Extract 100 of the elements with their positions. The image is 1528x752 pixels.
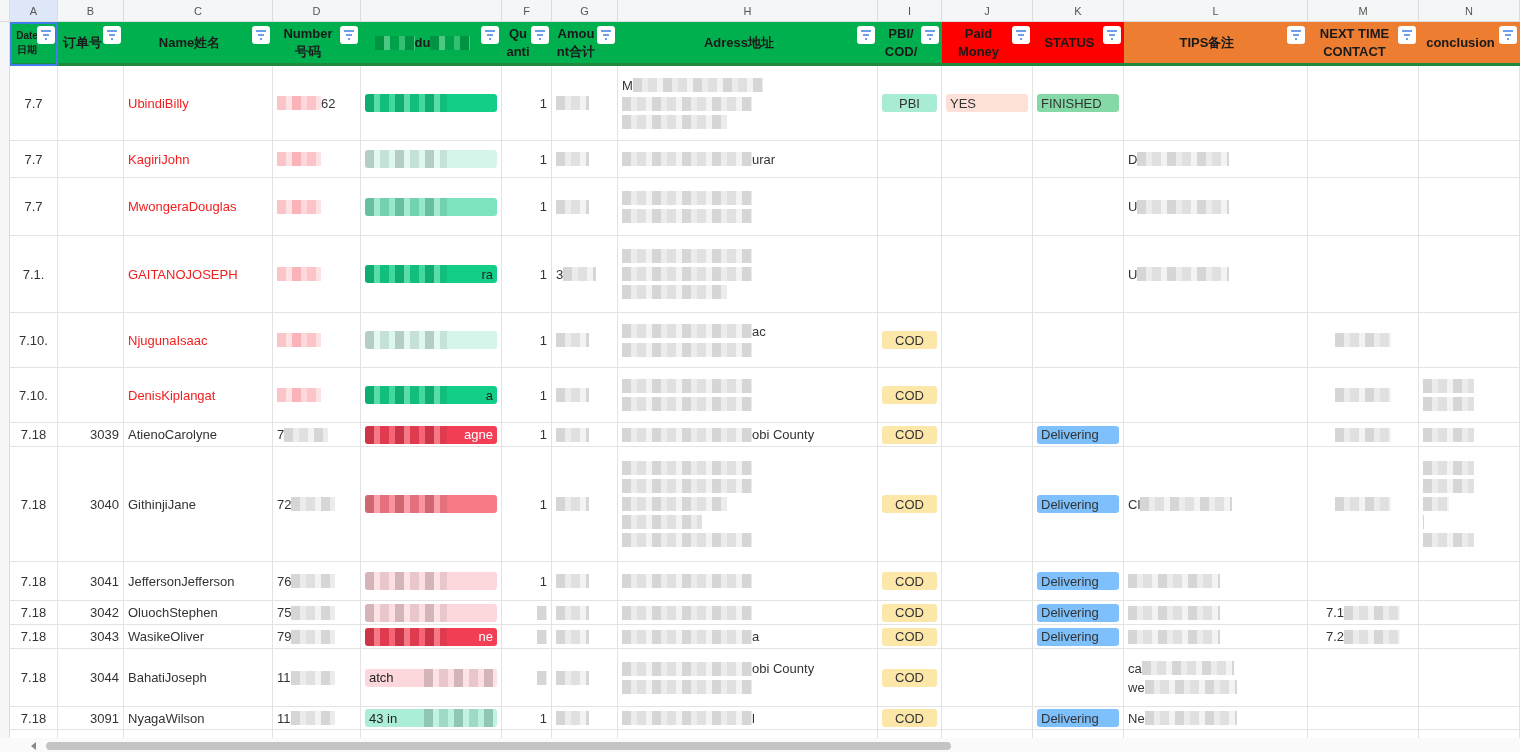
filter-icon[interactable] [1398, 26, 1416, 44]
column-header[interactable]: Date 日期 [10, 22, 58, 66]
status-tag: FINISHED [1037, 94, 1119, 112]
status-tag: Delivering [1037, 495, 1119, 513]
column-header[interactable]: Paid Money [942, 22, 1033, 66]
table-cell: 1 [502, 236, 552, 313]
column-header[interactable]: TIPS备注 [1124, 22, 1308, 66]
row-header[interactable] [0, 730, 10, 738]
cell-text: obi County [752, 427, 815, 442]
table-cell: 3041 [58, 562, 124, 601]
column-letter[interactable]: M [1308, 0, 1419, 22]
status-tag: Delivering [1037, 627, 1119, 646]
cell-text: 7.1 [1325, 605, 1345, 620]
table-cell: GithinjiJane [124, 447, 273, 562]
filter-icon[interactable] [37, 26, 55, 44]
table-cell: BahatiJoseph [124, 649, 273, 707]
redacted-block [537, 670, 547, 685]
redacted-block [537, 629, 547, 644]
row-header[interactable] [0, 22, 10, 66]
cell-text: 11 [277, 710, 291, 726]
column-letter[interactable]: B [58, 0, 124, 22]
filter-icon[interactable] [1103, 26, 1121, 44]
column-header[interactable]: STATUS [1033, 22, 1124, 66]
column-letter[interactable]: I [878, 0, 942, 22]
column-letter[interactable] [361, 0, 502, 22]
payment-tag: PBI [882, 94, 937, 112]
column-letter[interactable]: N [1419, 0, 1520, 22]
scroll-left-icon[interactable] [30, 741, 38, 750]
filter-icon[interactable] [597, 26, 615, 44]
product-tag: ne [365, 627, 497, 646]
cell-text: obi County [752, 661, 815, 676]
payment-tag: COD [882, 425, 937, 444]
horizontal-scrollbar[interactable] [0, 738, 1520, 752]
table-cell: UbindiBilly [124, 66, 273, 141]
table-cell: GAITANOJOSEPH [124, 236, 273, 313]
table-cell: 7.18 [10, 601, 58, 625]
column-letter[interactable]: L [1124, 0, 1308, 22]
column-header[interactable]: du [361, 22, 502, 66]
column-header[interactable]: Qu anti [502, 22, 552, 66]
table-cell: MwongeraDouglas [124, 178, 273, 236]
column-letter[interactable]: A [10, 0, 58, 22]
filter-icon[interactable] [1287, 26, 1305, 44]
cell-text: 75 [277, 605, 292, 620]
table-cell [58, 313, 124, 368]
column-header[interactable]: NEXT TIME CONTACT [1308, 22, 1419, 66]
column-header[interactable]: Amou nt合计 [552, 22, 618, 66]
table-cell: 7.18 [10, 562, 58, 601]
column-header[interactable]: Adress地址 [618, 22, 878, 66]
filter-icon[interactable] [103, 26, 121, 44]
table-cell: 7.7 [10, 178, 58, 236]
column-letter[interactable]: C [124, 0, 273, 22]
header-text: Qu [508, 24, 528, 43]
column-header[interactable]: PBI/ COD/ [878, 22, 942, 66]
header-text: du [414, 33, 431, 52]
payment-tag: COD [882, 495, 937, 513]
filter-icon[interactable] [481, 26, 499, 44]
column-letter[interactable]: G [552, 0, 618, 22]
table-cell: WasikeOliver [124, 625, 273, 649]
filter-icon[interactable] [857, 26, 875, 44]
table-cell: 7.18 [10, 423, 58, 447]
column-letter[interactable]: F [502, 0, 552, 22]
table-cell: 3091 [58, 707, 124, 730]
header-text: STATUS [1044, 33, 1095, 52]
payment-tag: COD [882, 572, 937, 590]
product-tag: agne [365, 425, 497, 444]
cell-text: U [1128, 199, 1138, 214]
table-cell: 3043 [58, 625, 124, 649]
cell-text: urar [752, 151, 776, 167]
column-header[interactable]: Number 号码 [273, 22, 361, 66]
column-letter[interactable]: K [1033, 0, 1124, 22]
table-cell: KagiriJohn [124, 141, 273, 178]
cell-text: 11 [277, 670, 291, 685]
table-cell: 7.18 [10, 649, 58, 707]
table-cell: 7.7 [10, 66, 58, 141]
table-cell: 1 [502, 313, 552, 368]
column-letter[interactable]: J [942, 0, 1033, 22]
redacted-block [537, 605, 547, 620]
column-header[interactable]: conclusion [1419, 22, 1520, 66]
column-letter[interactable]: D [273, 0, 361, 22]
filter-icon[interactable] [531, 26, 549, 44]
cell-text: D [1128, 151, 1138, 167]
filter-icon[interactable] [252, 26, 270, 44]
column-header[interactable]: Name姓名 [124, 22, 273, 66]
table-cell: 1 [502, 66, 552, 141]
table-cell: 1 [502, 562, 552, 601]
cell-text: Cl [1128, 496, 1141, 512]
filter-icon[interactable] [1012, 26, 1030, 44]
corner-cell[interactable] [0, 0, 10, 22]
cell-text: 76 [277, 573, 292, 589]
scrollbar-thumb[interactable] [46, 741, 951, 750]
filter-icon[interactable] [1499, 26, 1517, 44]
header-text: Money [957, 42, 1000, 61]
filter-icon[interactable] [340, 26, 358, 44]
column-header[interactable]: 订单号 [58, 22, 124, 66]
product-tag: atch [365, 668, 497, 687]
payment-tag: COD [882, 603, 937, 622]
table-cell: OluochStephen [124, 601, 273, 625]
header-text: Date [16, 28, 38, 43]
column-letter[interactable]: H [618, 0, 878, 22]
filter-icon[interactable] [921, 26, 939, 44]
